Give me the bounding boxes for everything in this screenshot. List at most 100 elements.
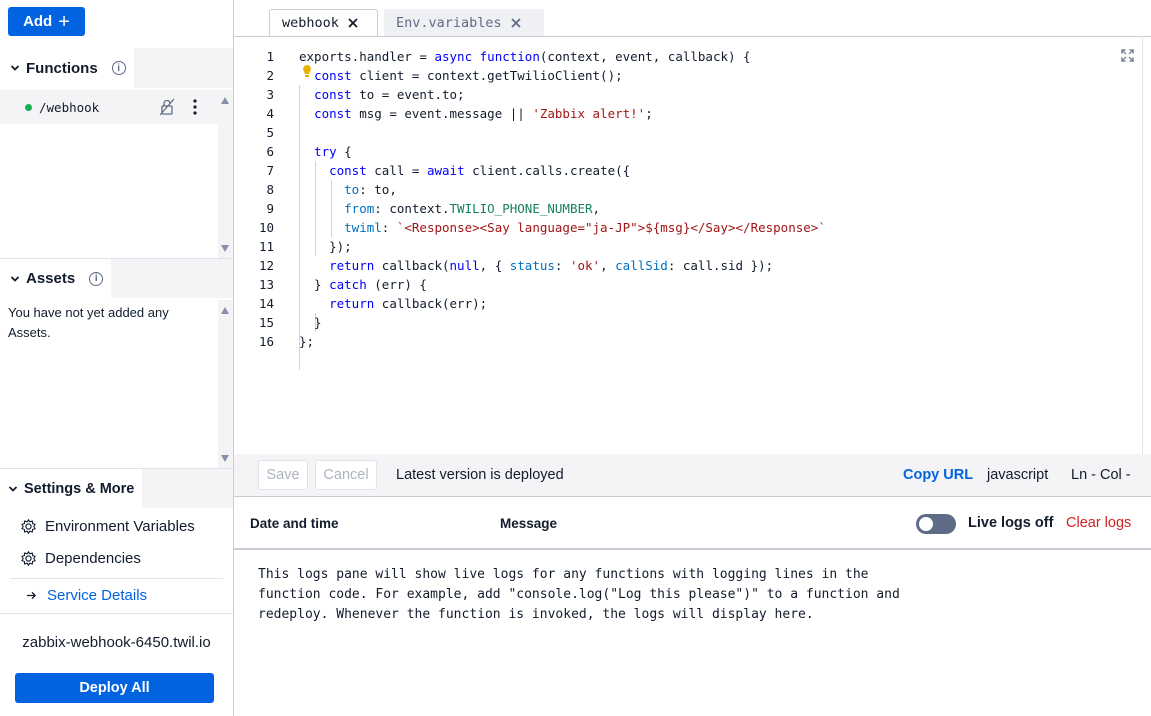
- settings-section-header: Settings & More: [0, 468, 233, 509]
- service-details-link[interactable]: Service Details: [26, 587, 147, 604]
- scroll-up-icon[interactable]: [221, 97, 229, 104]
- code-line[interactable]: const call = await client.calls.create({: [299, 161, 826, 180]
- divider: [10, 578, 223, 579]
- plus-icon: +: [58, 10, 70, 33]
- lock-icon[interactable]: [158, 98, 176, 116]
- assets-toggle[interactable]: Assets i: [0, 258, 112, 299]
- functions-scrollbar[interactable]: [218, 90, 233, 258]
- line-number: 4: [266, 106, 274, 121]
- add-button[interactable]: Add +: [8, 7, 85, 36]
- save-button[interactable]: Save: [258, 460, 308, 490]
- code-editor[interactable]: 1 2 3 4 5 6 7 8 9 10 11 12 13 14 15 16 exports.handler …: [234, 36, 1151, 454]
- line-number: 3: [266, 87, 274, 102]
- scroll-up-icon[interactable]: [221, 307, 229, 314]
- code-line[interactable]: [299, 123, 826, 142]
- dependencies-label: Dependencies: [45, 550, 141, 567]
- info-icon[interactable]: i: [89, 271, 104, 286]
- code-line[interactable]: from: context.TWILIO_PHONE_NUMBER,: [299, 199, 826, 218]
- line-number: 15: [258, 315, 274, 330]
- cancel-button[interactable]: Cancel: [315, 460, 377, 490]
- code-line[interactable]: };: [299, 332, 826, 351]
- logs-empty-text: This logs pane will show live logs for a…: [258, 567, 900, 622]
- divider: [0, 613, 233, 614]
- functions-toggle[interactable]: Functions i: [0, 48, 134, 88]
- assets-section-header: Assets i: [0, 258, 233, 299]
- tab-webhook[interactable]: webhook: [269, 9, 378, 37]
- line-number: 14: [258, 296, 274, 311]
- close-icon[interactable]: [347, 17, 359, 29]
- tab-label: webhook: [282, 15, 339, 31]
- gear-icon: [21, 519, 36, 534]
- functions-title: Functions: [26, 59, 98, 77]
- functions-section-header: Functions i: [0, 48, 233, 88]
- expand-icon[interactable]: [1121, 49, 1134, 62]
- add-button-label: Add: [23, 13, 53, 30]
- line-numbers: 1 2 3 4 5 6 7 8 9 10 11 12 13 14 15 16: [234, 47, 274, 351]
- tab-env-variables[interactable]: Env.variables: [384, 9, 544, 37]
- function-item-webhook[interactable]: /webhook: [0, 90, 218, 124]
- live-logs-toggle[interactable]: [916, 514, 956, 534]
- status-dot: [25, 103, 32, 111]
- code-line[interactable]: to: to,: [299, 180, 826, 199]
- dependencies-link[interactable]: Dependencies: [20, 550, 141, 567]
- editor-scroll-edge: [1142, 36, 1143, 454]
- line-number: 6: [266, 144, 274, 159]
- chevron-down-icon: [10, 275, 20, 282]
- lightbulb-icon[interactable]: [302, 64, 312, 78]
- service-domain: zabbix-webhook-6450.twil.io: [22, 634, 211, 651]
- settings-title: Settings & More: [24, 480, 135, 497]
- left-sidebar: Add + Functions i /webhook Assets i You …: [0, 0, 233, 716]
- line-number: 7: [266, 163, 274, 178]
- environment-variables-label: Environment Variables: [45, 518, 195, 535]
- code-line[interactable]: const to = event.to;: [299, 85, 826, 104]
- assets-title: Assets: [26, 270, 76, 287]
- editor-tabs: webhook Env.variables: [234, 0, 1151, 37]
- code-line[interactable]: return callback(null, { status: 'ok', ca…: [299, 256, 826, 275]
- toggle-knob: [919, 517, 933, 531]
- info-icon[interactable]: i: [111, 61, 126, 75]
- line-number: 1: [266, 49, 274, 64]
- scroll-down-icon[interactable]: [221, 245, 229, 252]
- code-line[interactable]: const client = context.getTwilioClient()…: [299, 66, 826, 85]
- line-number: 8: [266, 182, 274, 197]
- code-line[interactable]: twiml: `<Response><Say language="ja-JP">…: [299, 218, 826, 237]
- deploy-all-button[interactable]: Deploy All: [15, 673, 214, 703]
- code-line[interactable]: } catch (err) {: [299, 275, 826, 294]
- logs-col-message: Message: [500, 516, 558, 531]
- code-line[interactable]: });: [299, 237, 826, 256]
- clear-logs-button[interactable]: Clear logs: [1066, 515, 1131, 531]
- logs-col-date: Date and time: [250, 516, 339, 531]
- line-number: 12: [258, 258, 274, 273]
- settings-toggle[interactable]: Settings & More: [0, 468, 143, 509]
- code-line[interactable]: }: [299, 313, 826, 332]
- line-number: 5: [266, 125, 274, 140]
- live-logs-label: Live logs off: [968, 515, 1054, 531]
- line-number: 2: [266, 68, 274, 83]
- line-number: 13: [258, 277, 274, 292]
- function-path: /webhook: [39, 99, 100, 115]
- line-number: 11: [258, 239, 274, 254]
- cursor-position: Ln - Col -: [1071, 467, 1131, 483]
- tab-label: Env.variables: [396, 15, 502, 31]
- assets-scrollbar[interactable]: [218, 300, 233, 468]
- code-line[interactable]: try {: [299, 142, 826, 161]
- scroll-down-icon[interactable]: [221, 455, 229, 462]
- code-line[interactable]: const msg = event.message || 'Zabbix ale…: [299, 104, 826, 123]
- deploy-status: Latest version is deployed: [396, 467, 564, 483]
- line-number: 9: [266, 201, 274, 216]
- copy-url-button[interactable]: Copy URL: [903, 467, 973, 483]
- language-selector[interactable]: javascript: [987, 467, 1048, 483]
- assets-empty-text: You have not yet added any Assets.: [8, 305, 169, 340]
- close-icon[interactable]: [510, 17, 522, 29]
- code-content[interactable]: exports.handler = async function(context…: [299, 47, 826, 351]
- editor-toolbar: Save Cancel Latest version is deployed C…: [234, 454, 1151, 497]
- gear-icon: [21, 551, 36, 566]
- kebab-menu-icon[interactable]: [190, 98, 200, 116]
- code-line[interactable]: exports.handler = async function(context…: [299, 47, 826, 66]
- chevron-down-icon: [8, 485, 18, 492]
- chevron-down-icon: [10, 65, 20, 71]
- code-line[interactable]: return callback(err);: [299, 294, 826, 313]
- arrow-right-icon: [26, 591, 37, 600]
- environment-variables-link[interactable]: Environment Variables: [20, 518, 195, 535]
- service-details-label: Service Details: [47, 587, 148, 604]
